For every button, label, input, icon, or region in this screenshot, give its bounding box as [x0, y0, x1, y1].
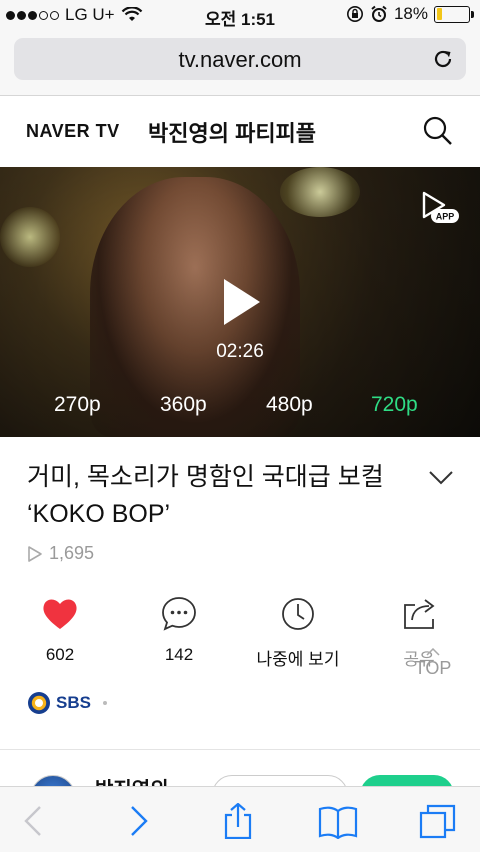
heart-icon — [43, 599, 77, 629]
reload-icon[interactable] — [432, 48, 454, 70]
view-count-value: 1,695 — [49, 543, 95, 563]
section-divider — [0, 749, 480, 750]
watch-later-label: 나중에 보기 — [256, 650, 340, 669]
like-count: 602 — [45, 645, 75, 664]
share-icon — [404, 599, 435, 629]
watch-later-button[interactable]: 나중에 보기 — [243, 595, 353, 670]
battery-icon — [434, 5, 474, 23]
broadcaster-name: SBS — [56, 693, 91, 712]
browser-toolbar — [0, 786, 480, 852]
play-icon[interactable] — [222, 277, 262, 327]
sbs-logo-icon — [28, 692, 50, 714]
clip-title-line1: 거미, 목소리가 명함인 국대급 보컬 — [27, 463, 384, 491]
app-badge-label: APP — [436, 212, 455, 222]
search-icon[interactable] — [422, 115, 454, 147]
url-text[interactable]: tv.naver.com — [14, 47, 466, 73]
rotation-lock-icon — [346, 6, 363, 22]
scroll-top-button[interactable]: TOP — [410, 648, 456, 679]
broadcaster-badge[interactable]: SBS — [26, 690, 107, 716]
action-bar: 602 142 나중에 보기 공유 — [0, 595, 480, 675]
battery-percent: 18% — [393, 4, 428, 23]
comment-button[interactable]: 142 — [124, 595, 234, 665]
video-player[interactable]: APP 02:26 270p 360p 480p 720p — [0, 167, 480, 437]
alarm-icon — [371, 5, 387, 22]
chevron-down-icon[interactable] — [428, 470, 454, 486]
comment-count: 142 — [164, 645, 194, 664]
channel-title[interactable]: 박진영의 파티피플 — [148, 116, 316, 148]
tabs-icon[interactable] — [418, 803, 458, 839]
view-count: 1,695 — [27, 543, 94, 564]
share-sheet-icon[interactable] — [218, 803, 258, 839]
status-right: 18% — [346, 4, 474, 24]
back-icon[interactable] — [14, 803, 54, 839]
open-in-app-button[interactable]: APP — [418, 189, 460, 231]
clip-title-line2: ‘KOKO BOP’ — [27, 500, 171, 528]
clock-icon — [282, 598, 314, 630]
app-play-icon: APP — [422, 191, 459, 223]
quality-option-360p[interactable]: 360p — [160, 393, 207, 417]
quality-option-720p[interactable]: 720p — [371, 393, 418, 417]
clip-title: 거미, 목소리가 명함인 국대급 보컬 ‘KOKO BOP’ — [27, 459, 407, 533]
browser-address-area: tv.naver.com — [0, 30, 480, 96]
quality-selector: 270p 360p 480p 720p — [0, 393, 480, 419]
status-bar: LG U+ 오전 1:51 18% — [0, 0, 480, 30]
comment-icon — [162, 597, 196, 631]
quality-option-480p[interactable]: 480p — [266, 393, 313, 417]
scroll-top-label: TOP — [414, 658, 452, 678]
bookmarks-icon[interactable] — [318, 803, 358, 839]
separator-dot — [102, 701, 107, 705]
naver-tv-logo[interactable]: NAVER TV — [26, 121, 120, 142]
like-button[interactable]: 602 — [5, 595, 115, 665]
site-header: NAVER TV 박진영의 파티피플 — [0, 97, 480, 167]
forward-icon[interactable] — [118, 803, 158, 839]
quality-option-270p[interactable]: 270p — [54, 393, 101, 417]
caret-up-icon — [426, 648, 440, 656]
play-count-icon — [28, 545, 42, 562]
video-duration: 02:26 — [216, 341, 264, 362]
address-bar[interactable]: tv.naver.com — [14, 38, 466, 80]
